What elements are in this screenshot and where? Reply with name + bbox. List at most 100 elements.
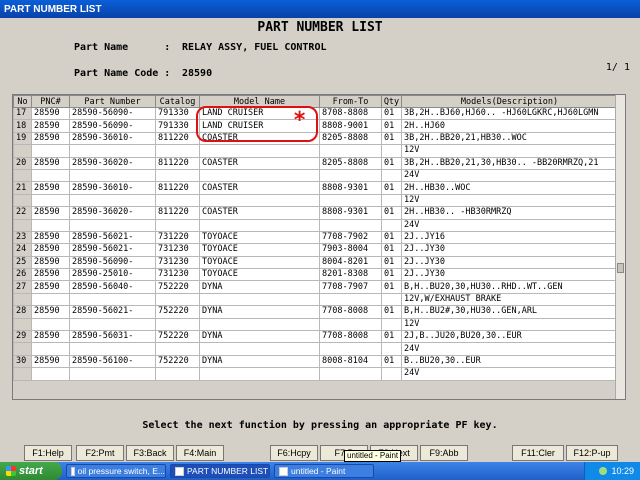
table-cell (31, 342, 70, 356)
table-cell: 791330 (155, 106, 200, 121)
table-cell (199, 342, 320, 356)
f3-back-button[interactable]: F3:Back (126, 445, 174, 461)
table-cell: 8708-8808 (319, 106, 382, 121)
table-cell: B,H..BU2#,30,HU30..GEN,ARL (401, 305, 618, 319)
table-cell (319, 168, 382, 183)
windows-logo-icon (6, 466, 16, 476)
table-cell: 28590-36020- (69, 206, 156, 220)
table-row[interactable]: 23 28590 28590-56021- 731220 TOYOACE 7708-790… (13, 230, 618, 245)
table-cell (319, 218, 382, 232)
table-row[interactable]: 24 28590 28590-56021- 731230 TOYOACE 7903-800… (13, 243, 618, 257)
window-titlebar[interactable]: PART NUMBER LIST (0, 0, 640, 18)
part-code-value: 28590 (182, 68, 213, 79)
start-button[interactable]: start (0, 462, 62, 480)
part-number-grid[interactable]: No PNC# Part Number Catalog Model Name From-T… (12, 94, 626, 400)
table-cell (31, 292, 70, 307)
table-cell: 19 (13, 131, 32, 146)
table-cell (155, 193, 200, 208)
table-row[interactable]: 24V (13, 218, 618, 232)
table-row[interactable]: 27 28590 28590-56040- 752220 DYNA 7708-7907 01… (13, 280, 618, 294)
table-cell: 28590 (31, 131, 70, 146)
table-row[interactable]: 22 28590 28590-36020- 811220 COASTER 8808-930… (13, 206, 618, 220)
table-cell (319, 144, 382, 158)
table-cell (199, 292, 320, 307)
table-cell (381, 292, 402, 307)
table-cell: 24V (401, 367, 618, 381)
table-cell: 28590 (31, 330, 70, 344)
table-header-row: No PNC# Part Number Catalog Model Name From-T… (13, 95, 618, 108)
table-cell: 23 (13, 230, 32, 245)
table-row[interactable]: 30 28590 28590-56100- 752220 DYNA 8008-8104 01… (13, 354, 618, 369)
table-row[interactable]: 28 28590 28590-56021- 752220 DYNA 7708-8008 01… (13, 305, 618, 319)
table-cell: 7708-7902 (319, 230, 382, 245)
f9-abb-button[interactable]: F9:Abb (420, 445, 468, 461)
table-cell: 8008-8104 (319, 354, 382, 369)
table-cell: 28590-56040- (69, 280, 156, 294)
table-row[interactable]: 26 28590 28590-25010- 731230 TOYOACE 8201-830… (13, 268, 618, 282)
table-row[interactable]: 12V (13, 193, 618, 208)
table-cell: TOYOACE (199, 255, 320, 270)
network-icon[interactable] (599, 467, 608, 475)
table-row[interactable]: 12V,W/EXHAUST BRAKE (13, 292, 618, 307)
table-cell: 27 (13, 280, 32, 294)
f4-main-button[interactable]: F4:Main (176, 445, 224, 461)
table-cell (69, 193, 156, 208)
table-row[interactable]: 12V (13, 144, 618, 158)
table-cell (31, 193, 70, 208)
table-row[interactable]: 12V (13, 317, 618, 332)
f6-hcpy-button[interactable]: F6:Hcpy (270, 445, 318, 461)
table-row[interactable]: 24V (13, 342, 618, 356)
table-row[interactable]: 24V (13, 367, 618, 381)
table-cell: COASTER (199, 181, 320, 195)
part-code-label: Part Name Code : (74, 68, 171, 79)
table-cell: TOYOACE (199, 230, 320, 245)
table-cell: 28590-56090- (69, 106, 156, 121)
f11-clear-button[interactable]: F11:Cler (512, 445, 564, 461)
table-cell: 20 (13, 156, 32, 170)
table-cell: 2J..JY30 (401, 255, 618, 270)
table-row[interactable]: 24V (13, 168, 618, 183)
table-cell: 17 (13, 106, 32, 121)
table-cell (13, 317, 32, 332)
taskbar-item-label: PART NUMBER LIST (187, 466, 269, 476)
table-cell: 811220 (155, 131, 200, 146)
table-cell: 3B,2H..BJ60,HJ60.. -HJ60LGKRC,HJ60LGMN (401, 106, 618, 121)
f2-pmt-button[interactable]: F2:Pmt (76, 445, 124, 461)
taskbar-item-paint[interactable]: untitled - Paint (274, 464, 374, 478)
table-cell: 29 (13, 330, 32, 344)
table-cell: 7708-8008 (319, 330, 382, 344)
browser-icon (71, 466, 75, 476)
table-cell (319, 367, 382, 381)
scrollbar-thumb[interactable] (617, 263, 624, 273)
taskbar-item-part-number-list[interactable]: PART NUMBER LIST (170, 464, 270, 478)
table-cell: 2H..HB30.. -HB30RMRZQ (401, 206, 618, 220)
table-row[interactable]: 21 28590 28590-36010- 811220 COASTER 8808-930… (13, 181, 618, 195)
table-row[interactable]: 29 28590 28590-56031- 752220 DYNA 7708-8008 01… (13, 330, 618, 344)
table-cell: 01 (381, 230, 402, 245)
clock: 10:29 (611, 466, 634, 476)
taskbar-item-oil-pressure[interactable]: oil pressure switch, E... (66, 464, 166, 478)
table-cell: 24 (13, 243, 32, 257)
f1-help-button[interactable]: F1:Help (24, 445, 72, 461)
table-cell (199, 144, 320, 158)
table-cell (381, 367, 402, 381)
table-cell: 12V,W/EXHAUST BRAKE (401, 292, 618, 307)
table-cell: 28590 (31, 243, 70, 257)
table-cell (155, 144, 200, 158)
table-cell (13, 193, 32, 208)
table-cell (13, 144, 32, 158)
table-cell: 752220 (155, 330, 200, 344)
table-row[interactable]: 20 28590 28590-36020- 811220 COASTER 8205-880… (13, 156, 618, 170)
table-row[interactable]: 25 28590 28590-56090- 731230 TOYOACE 8004-820… (13, 255, 618, 270)
taskbar-item-label: oil pressure switch, E... (77, 466, 165, 476)
table-cell: 01 (381, 280, 402, 294)
table-cell: 24V (401, 168, 618, 183)
table-cell (13, 342, 32, 356)
taskbar-tooltip: untitled - Paint (344, 450, 402, 462)
table-cell: 8205-8808 (319, 131, 382, 146)
vertical-scrollbar[interactable] (615, 95, 625, 399)
f12-pup-button[interactable]: F12:P-up (566, 445, 618, 461)
table-cell: 2J..JY30 (401, 268, 618, 282)
table-cell: 01 (381, 255, 402, 270)
table-cell: 811220 (155, 156, 200, 170)
